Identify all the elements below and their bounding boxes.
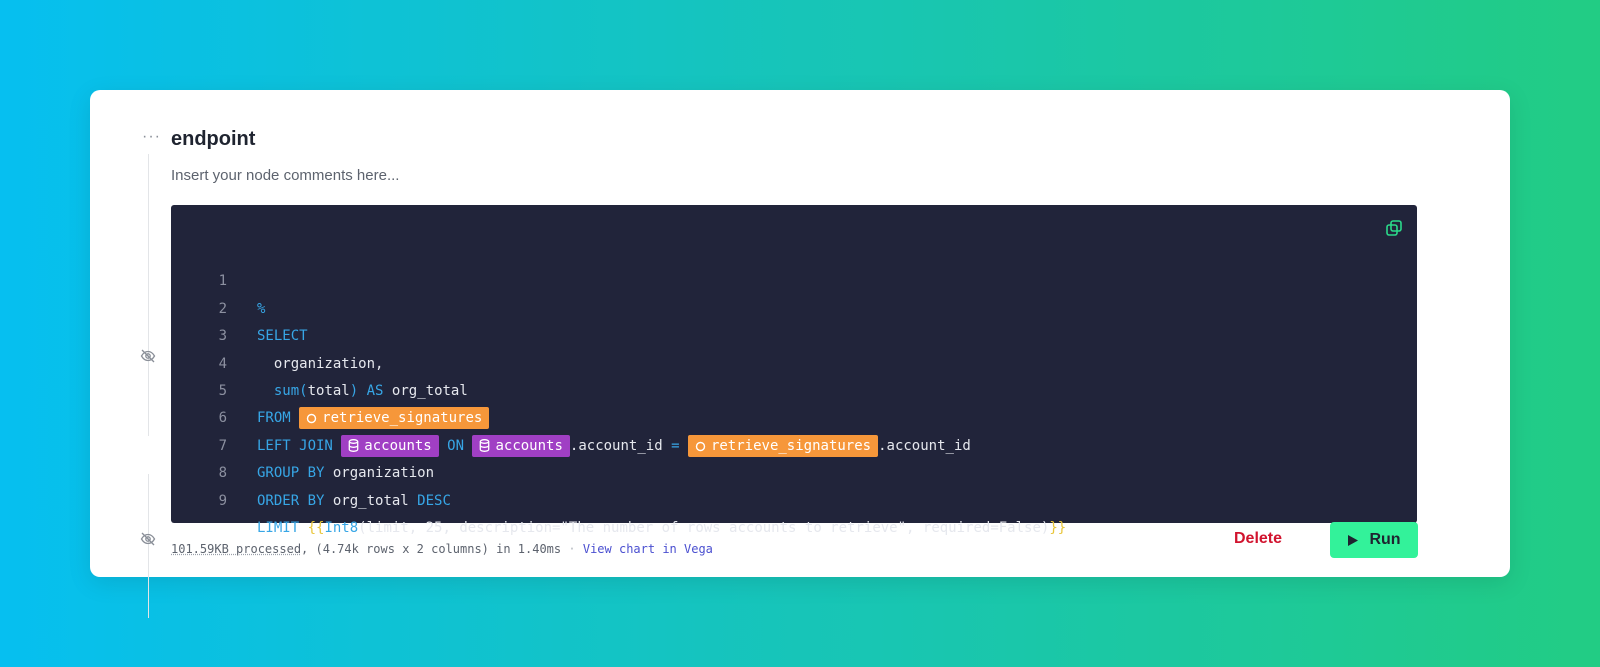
- line-number: 9: [218, 492, 227, 509]
- template-function: Int8: [324, 519, 359, 536]
- processed-size[interactable]: 101.59KB processed: [171, 542, 301, 556]
- run-button[interactable]: Run: [1330, 522, 1418, 558]
- template-brace: }}: [1049, 519, 1067, 536]
- node-timeline-line: [148, 154, 149, 436]
- view-chart-link[interactable]: View chart in Vega: [583, 542, 713, 556]
- rows-stats: , (4.74k rows x 2 columns) in 1.40ms: [301, 542, 562, 556]
- more-dots-icon[interactable]: ···: [142, 129, 161, 145]
- node-title[interactable]: endpoint: [171, 128, 255, 151]
- sql-keyword: ORDER BY: [257, 492, 325, 509]
- code-line: 6 LEFT JOIN accounts ON accounts .account…: [171, 378, 1417, 457]
- code-line: 8 ORDER BY org_total DESC: [171, 433, 1417, 508]
- delete-button[interactable]: Delete: [1234, 530, 1282, 548]
- sql-identifier: org_total: [332, 492, 409, 509]
- node-comment-field[interactable]: Insert your node comments here...: [171, 167, 399, 184]
- code-line: 3 organization,: [171, 296, 1417, 371]
- template-brace: {{: [307, 519, 325, 536]
- copy-icon[interactable]: [1385, 219, 1403, 237]
- play-icon: [1348, 534, 1359, 546]
- sql-editor[interactable]: 1 % 2 SELECT 3 organization, 4 sum(total…: [171, 205, 1417, 536]
- code-line: 2 SELECT: [171, 268, 1417, 344]
- run-button-label: Run: [1369, 531, 1401, 548]
- node-card: ··· endpoint Insert your node comments h…: [90, 90, 1510, 618]
- sql-keyword: DESC: [417, 492, 451, 509]
- template-args: (limit, 25, description="The number of r…: [358, 519, 1050, 536]
- code-line: 9 LIMIT {{Int8(limit, 25, description="T…: [171, 460, 1417, 536]
- eye-off-icon[interactable]: [140, 531, 156, 547]
- separator-dot: ·: [568, 542, 576, 556]
- code-line: 4 sum(total) AS org_total: [171, 323, 1417, 399]
- code-line: 7 GROUP BY organization: [171, 405, 1417, 481]
- code-line: 5 FROM retrieve_signatures: [171, 351, 1417, 430]
- result-stats: 101.59KB processed, (4.74k rows x 2 colu…: [171, 542, 713, 556]
- code-line: 1 %: [171, 241, 1417, 316]
- code-lines: 1 % 2 SELECT 3 organization, 4 sum(total…: [171, 241, 1417, 536]
- sql-keyword: LIMIT: [257, 519, 300, 536]
- eye-off-icon[interactable]: [140, 348, 156, 364]
